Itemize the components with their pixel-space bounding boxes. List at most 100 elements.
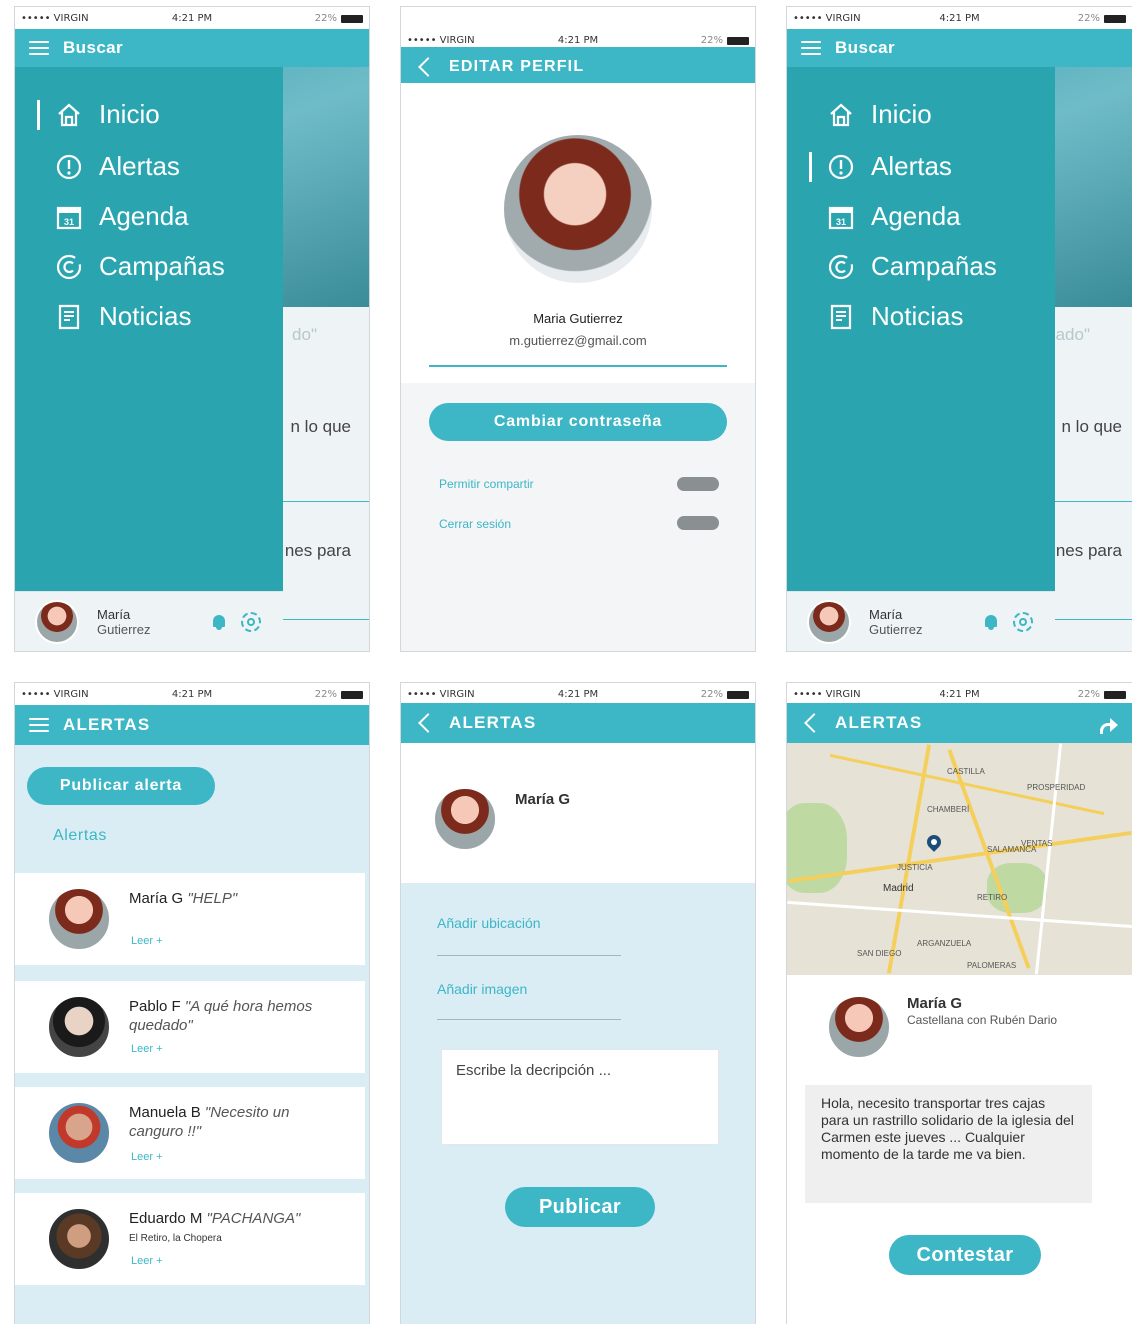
map-label: SAN DIEGO — [857, 949, 902, 958]
top-bar-title: ALERTAS — [63, 715, 151, 734]
profile-divider — [429, 365, 727, 367]
side-drawer: Inicio Alertas 31 Agenda Campañas Notici… — [15, 67, 283, 591]
back-chevron-icon[interactable] — [418, 713, 438, 733]
home-icon — [827, 101, 855, 129]
menu-item-inicio[interactable]: Inicio — [827, 99, 932, 130]
gear-icon[interactable] — [1013, 611, 1033, 632]
alert-card[interactable]: Pablo F "A qué hora hemos quedado" Leer … — [15, 981, 365, 1073]
map-label: ARGANZUELA — [917, 939, 972, 948]
bg-fragment-2: n lo que — [1061, 417, 1123, 436]
avatar[interactable] — [35, 599, 79, 644]
screen-edit-profile: ••••• VIRGIN 4:21 PM 22% EDITAR PERFIL M… — [400, 6, 756, 652]
gear-icon[interactable] — [241, 611, 261, 632]
share-icon[interactable] — [1098, 715, 1118, 734]
battery-indicator: 22% — [315, 13, 363, 24]
bell-icon[interactable] — [983, 613, 999, 631]
menu-item-label: Inicio — [871, 99, 932, 129]
profile-header: Maria Gutierrez m.gutierrez@gmail.com — [401, 83, 755, 383]
setting-logout[interactable]: Cerrar sesión — [439, 517, 511, 531]
menu-item-agenda[interactable]: 31 Agenda — [55, 201, 189, 232]
menu-item-campanas[interactable]: Campañas — [827, 251, 997, 282]
back-chevron-icon[interactable] — [418, 57, 438, 77]
read-more-link[interactable]: Leer + — [131, 1255, 163, 1267]
alert-card[interactable]: Manuela B "Necesito un canguro !!" Leer … — [15, 1087, 365, 1179]
map-label: SALAMANCA — [987, 845, 1037, 854]
side-drawer: Inicio Alertas 31 Agenda Campañas Notici… — [787, 67, 1055, 591]
footer-user: María Gutierrez — [869, 607, 922, 637]
top-bar: EDITAR PERFIL — [401, 47, 755, 87]
alert-message: Hola, necesito transportar tres cajas pa… — [805, 1085, 1092, 1203]
news-icon — [827, 303, 855, 331]
hamburger-icon[interactable] — [29, 41, 49, 55]
map-label: PALOMERAS — [967, 961, 1017, 970]
location-map[interactable]: Madrid JUSTICIA CHAMBERÍ RETIRO CASTILLA… — [787, 743, 1132, 975]
avatar — [47, 887, 111, 951]
alert-icon — [55, 153, 83, 181]
battery-percent: 22% — [1077, 689, 1100, 700]
bg-fragment-3: nes para — [284, 541, 351, 560]
alert-author: Eduardo M — [129, 1210, 203, 1227]
menu-item-alertas[interactable]: Alertas — [55, 151, 180, 182]
allow-sharing-toggle[interactable] — [677, 477, 719, 491]
read-more-link[interactable]: Leer + — [131, 1043, 163, 1055]
footer-user: María Gutierrez — [97, 607, 150, 637]
bg-divider — [275, 501, 369, 502]
battery-percent: 22% — [1077, 13, 1100, 24]
calendar-icon: 31 — [827, 203, 855, 231]
add-location-field[interactable]: Añadir ubicación — [437, 915, 541, 931]
menu-item-noticias[interactable]: Noticias — [827, 301, 963, 332]
calendar-day: 31 — [836, 217, 846, 227]
description-textarea[interactable]: Escribe la decripción ... — [441, 1049, 719, 1145]
menu-item-agenda[interactable]: 31 Agenda — [827, 201, 961, 232]
drawer-footer: María Gutierrez — [15, 591, 283, 651]
top-bar: Buscar — [15, 29, 369, 67]
menu-item-label: Campañas — [871, 251, 997, 281]
back-chevron-icon[interactable] — [804, 713, 824, 733]
bg-fragment-1: ado" — [1055, 325, 1090, 344]
user-first-name: María — [869, 606, 903, 622]
menu-item-alertas[interactable]: Alertas — [827, 151, 952, 182]
battery-indicator: 22% — [701, 689, 749, 700]
battery-percent: 22% — [700, 689, 723, 700]
map-label: PROSPERIDAD — [1027, 783, 1086, 792]
avatar[interactable] — [807, 599, 851, 644]
calendar-day: 31 — [64, 217, 74, 227]
top-bar: ALERTAS — [787, 703, 1132, 743]
bell-icon[interactable] — [211, 613, 227, 631]
alert-card[interactable]: Eduardo M "PACHANGA" El Retiro, la Chope… — [15, 1193, 365, 1285]
battery-indicator: 22% — [1078, 13, 1126, 24]
top-bar-title: Buscar — [63, 38, 124, 57]
read-more-link[interactable]: Leer + — [131, 935, 163, 947]
menu-item-label: Inicio — [99, 99, 160, 129]
map-label: JUSTICIA — [897, 863, 933, 872]
bg-divider — [1047, 619, 1132, 620]
home-icon — [55, 101, 83, 129]
battery-percent: 22% — [314, 13, 337, 24]
battery-icon — [1104, 14, 1126, 23]
battery-icon — [727, 690, 749, 699]
menu-item-inicio[interactable]: Inicio — [55, 99, 160, 130]
publish-alert-button[interactable]: Publicar alerta — [27, 767, 215, 805]
publish-button[interactable]: Publicar — [505, 1187, 655, 1227]
author-name: María G — [907, 995, 963, 1012]
battery-icon — [341, 14, 363, 23]
change-password-button[interactable]: Cambiar contraseña — [429, 403, 727, 441]
hamburger-icon[interactable] — [801, 41, 821, 55]
alert-card[interactable]: María G "HELP" Leer + — [15, 873, 365, 965]
logout-toggle[interactable] — [677, 516, 719, 530]
reply-button[interactable]: Contestar — [889, 1235, 1041, 1275]
profile-avatar[interactable] — [504, 135, 652, 283]
field-underline — [437, 1019, 621, 1020]
active-indicator — [37, 100, 40, 130]
screen-new-alert: ••••• VIRGIN 4:21 PM 22% ALERTAS María G… — [400, 682, 756, 1324]
bg-fragment-2: n lo que — [290, 417, 352, 436]
map-pin-icon[interactable] — [924, 832, 944, 852]
menu-item-label: Agenda — [99, 201, 189, 231]
menu-item-noticias[interactable]: Noticias — [55, 301, 191, 332]
hamburger-icon[interactable] — [29, 718, 49, 732]
read-more-link[interactable]: Leer + — [131, 1151, 163, 1163]
add-image-field[interactable]: Añadir imagen — [437, 981, 527, 997]
map-road — [787, 900, 1132, 929]
battery-percent: 22% — [314, 689, 337, 700]
menu-item-campanas[interactable]: Campañas — [55, 251, 225, 282]
